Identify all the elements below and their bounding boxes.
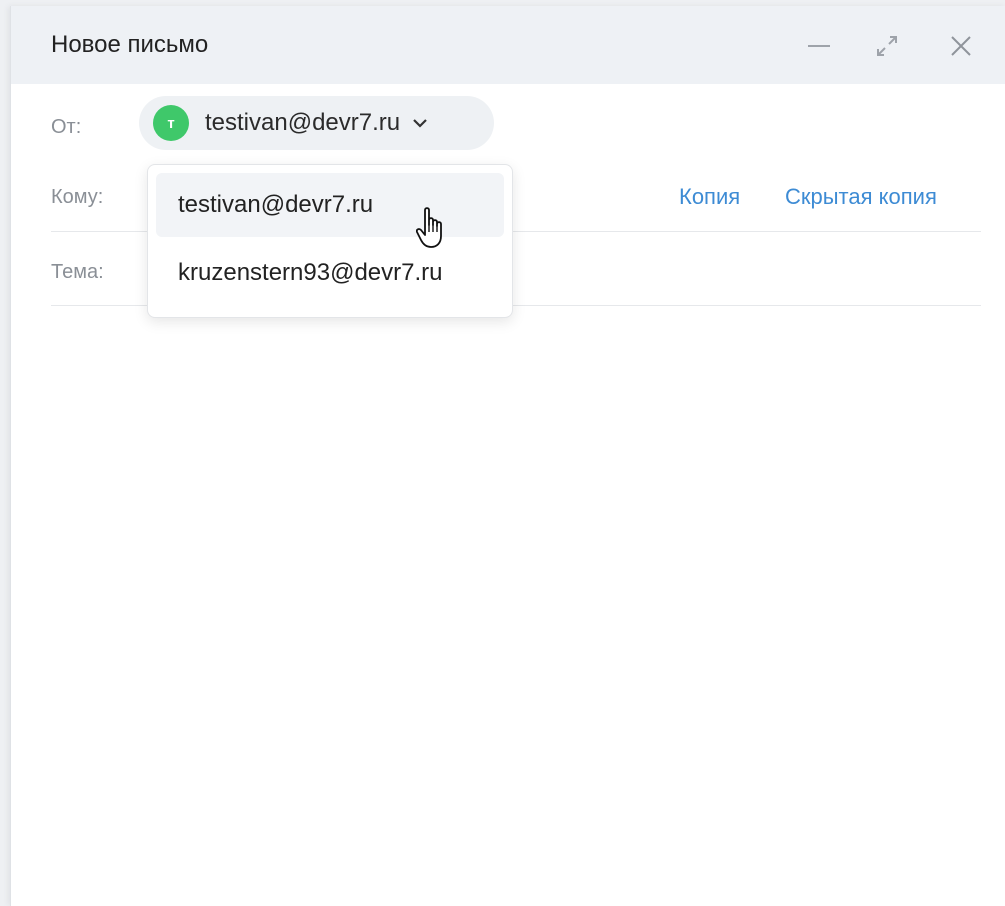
- chevron-down-icon: [412, 118, 428, 128]
- sender-avatar: т: [153, 105, 189, 141]
- close-button[interactable]: [941, 26, 981, 66]
- from-label: От:: [51, 116, 82, 138]
- sender-email: testivan@devr7.ru: [205, 109, 401, 136]
- sender-option[interactable]: kruzenstern93@devr7.ru: [156, 241, 504, 305]
- compose-title: Новое письмо: [51, 31, 209, 58]
- compose-titlebar: Новое письмо: [11, 6, 1005, 84]
- message-body[interactable]: [51, 326, 981, 886]
- close-icon: [951, 36, 971, 56]
- sender-option[interactable]: testivan@devr7.ru: [156, 173, 504, 237]
- to-label: Кому:: [51, 186, 104, 208]
- minimize-button[interactable]: [799, 26, 839, 66]
- expand-button[interactable]: [867, 26, 907, 66]
- compose-window: Новое письмо От: т testivan@devr7.ru Ком…: [10, 6, 1005, 906]
- minimize-icon: [808, 45, 830, 47]
- cc-link[interactable]: Копия: [679, 184, 740, 210]
- bcc-link[interactable]: Скрытая копия: [785, 184, 937, 210]
- expand-icon: [877, 36, 897, 56]
- subject-label: Тема:: [51, 261, 104, 283]
- sender-dropdown: testivan@devr7.ru kruzenstern93@devr7.ru: [147, 164, 513, 318]
- sender-selector[interactable]: т testivan@devr7.ru: [139, 96, 494, 150]
